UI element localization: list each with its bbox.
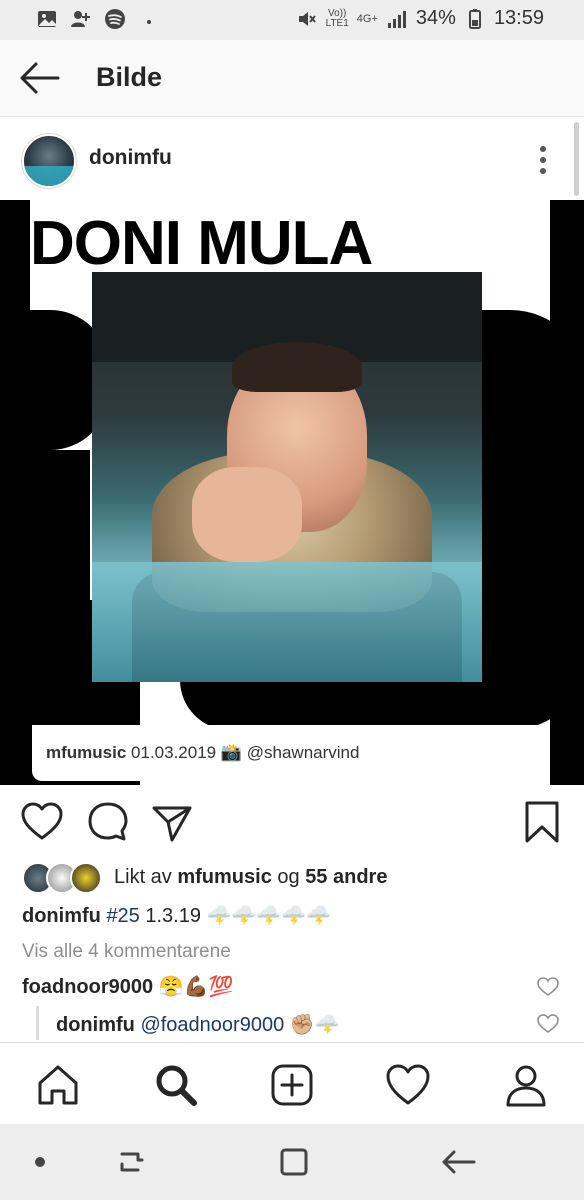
status-bar: Vo)) LTE1 4G+ 34% 13:59 xyxy=(0,0,584,40)
gallery-icon xyxy=(38,11,56,27)
caption-username[interactable]: donimfu xyxy=(22,905,101,927)
comment-like-icon[interactable] xyxy=(537,977,559,997)
caption-hashtag[interactable]: #25 xyxy=(106,905,139,927)
post-username[interactable]: donimfu xyxy=(89,146,172,170)
volte-indicator: Vo)) LTE1 xyxy=(325,7,349,29)
search-icon[interactable] xyxy=(152,1061,200,1109)
comment-icon[interactable] xyxy=(86,800,130,844)
comment-text: ✊🏼🌩️ xyxy=(284,1014,340,1036)
cover-graphic xyxy=(30,450,90,600)
comment-mention[interactable]: @foadnoor9000 xyxy=(140,1014,284,1036)
likes-user[interactable]: mfumusic xyxy=(177,866,271,888)
signal-icon xyxy=(387,10,406,28)
reply-thread-line xyxy=(36,1006,39,1040)
back-icon[interactable] xyxy=(438,1144,478,1180)
profile-icon[interactable] xyxy=(502,1061,550,1109)
photo-credit: mfumusic 01.03.2019 📸 @shawnarvind xyxy=(46,743,359,763)
cover-title: DONI MULA xyxy=(30,209,373,278)
credit-user: mfumusic xyxy=(46,743,127,762)
post-header: donimfu xyxy=(0,120,584,198)
view-all-comments-link[interactable]: Vis alle 4 kommentarene xyxy=(22,941,231,963)
system-nav-bar xyxy=(0,1124,584,1200)
likes-count[interactable]: 55 andre xyxy=(305,866,387,888)
network-bottom-label: LTE1 xyxy=(325,17,349,29)
likes-prefix: Likt av xyxy=(114,866,178,888)
share-icon[interactable] xyxy=(150,800,194,844)
bookmark-icon[interactable] xyxy=(520,800,564,844)
likes-row[interactable]: Likt av mfumusic og 55 andre xyxy=(22,860,562,900)
app-bar: Bilde xyxy=(0,40,584,117)
like-heart-icon[interactable] xyxy=(20,800,64,844)
credit-date: 01.03.2019 xyxy=(131,743,217,762)
photo-credit-bar: mfumusic 01.03.2019 📸 @shawnarvind xyxy=(32,725,548,781)
spotify-icon xyxy=(105,9,125,29)
album-cover: DONI MULA xyxy=(30,200,550,785)
scrollbar[interactable] xyxy=(574,122,579,196)
comment-username[interactable]: foadnoor9000 xyxy=(22,976,153,998)
home-square-icon[interactable] xyxy=(274,1144,314,1180)
comment-like-icon[interactable] xyxy=(537,1014,559,1034)
more-options-icon[interactable] xyxy=(535,144,551,176)
comment-username[interactable]: donimfu xyxy=(56,1014,135,1036)
battery-percent: 34% xyxy=(415,7,456,29)
caption: donimfu #25 1.3.19 🌩️🌩️🌩️🌩️🌩️ xyxy=(22,903,331,928)
network-type-label: 4G+ xyxy=(356,12,378,25)
mute-icon xyxy=(298,11,316,26)
network-top-label: Vo)) xyxy=(328,7,347,19)
dot-icon[interactable] xyxy=(20,1144,60,1180)
post-actions xyxy=(0,790,584,860)
bottom-nav xyxy=(0,1042,584,1125)
home-icon[interactable] xyxy=(34,1061,82,1109)
post-image[interactable]: DONI MULA mfumusic 01.03.2019 📸 @shawnar… xyxy=(0,200,584,785)
add-contact-icon xyxy=(71,11,90,27)
activity-heart-icon[interactable] xyxy=(384,1061,432,1109)
recent-apps-icon[interactable] xyxy=(112,1144,152,1180)
clock: 13:59 xyxy=(493,7,544,29)
comment-reply-row: donimfu @foadnoor9000 ✊🏼🌩️ xyxy=(56,1012,340,1037)
likes-mid: og xyxy=(271,866,306,888)
cover-photo xyxy=(92,272,482,682)
liker-avatar xyxy=(70,862,102,894)
page-title: Bilde xyxy=(96,62,163,92)
comment-row: foadnoor9000 😤💪🏾💯 xyxy=(22,974,233,999)
comment-text: 😤💪🏾💯 xyxy=(153,976,234,998)
back-arrow-icon[interactable] xyxy=(18,60,60,96)
credit-handle: @shawnarvind xyxy=(246,743,360,762)
camera-emoji: 📸 xyxy=(220,743,243,762)
avatar[interactable] xyxy=(22,134,76,188)
new-post-icon[interactable] xyxy=(268,1061,316,1109)
caption-text: 1.3.19 🌩️🌩️🌩️🌩️🌩️ xyxy=(139,905,332,927)
dot-icon xyxy=(147,20,151,24)
likes-text[interactable]: Likt av mfumusic og 55 andre xyxy=(114,866,387,889)
battery-icon xyxy=(468,8,481,29)
